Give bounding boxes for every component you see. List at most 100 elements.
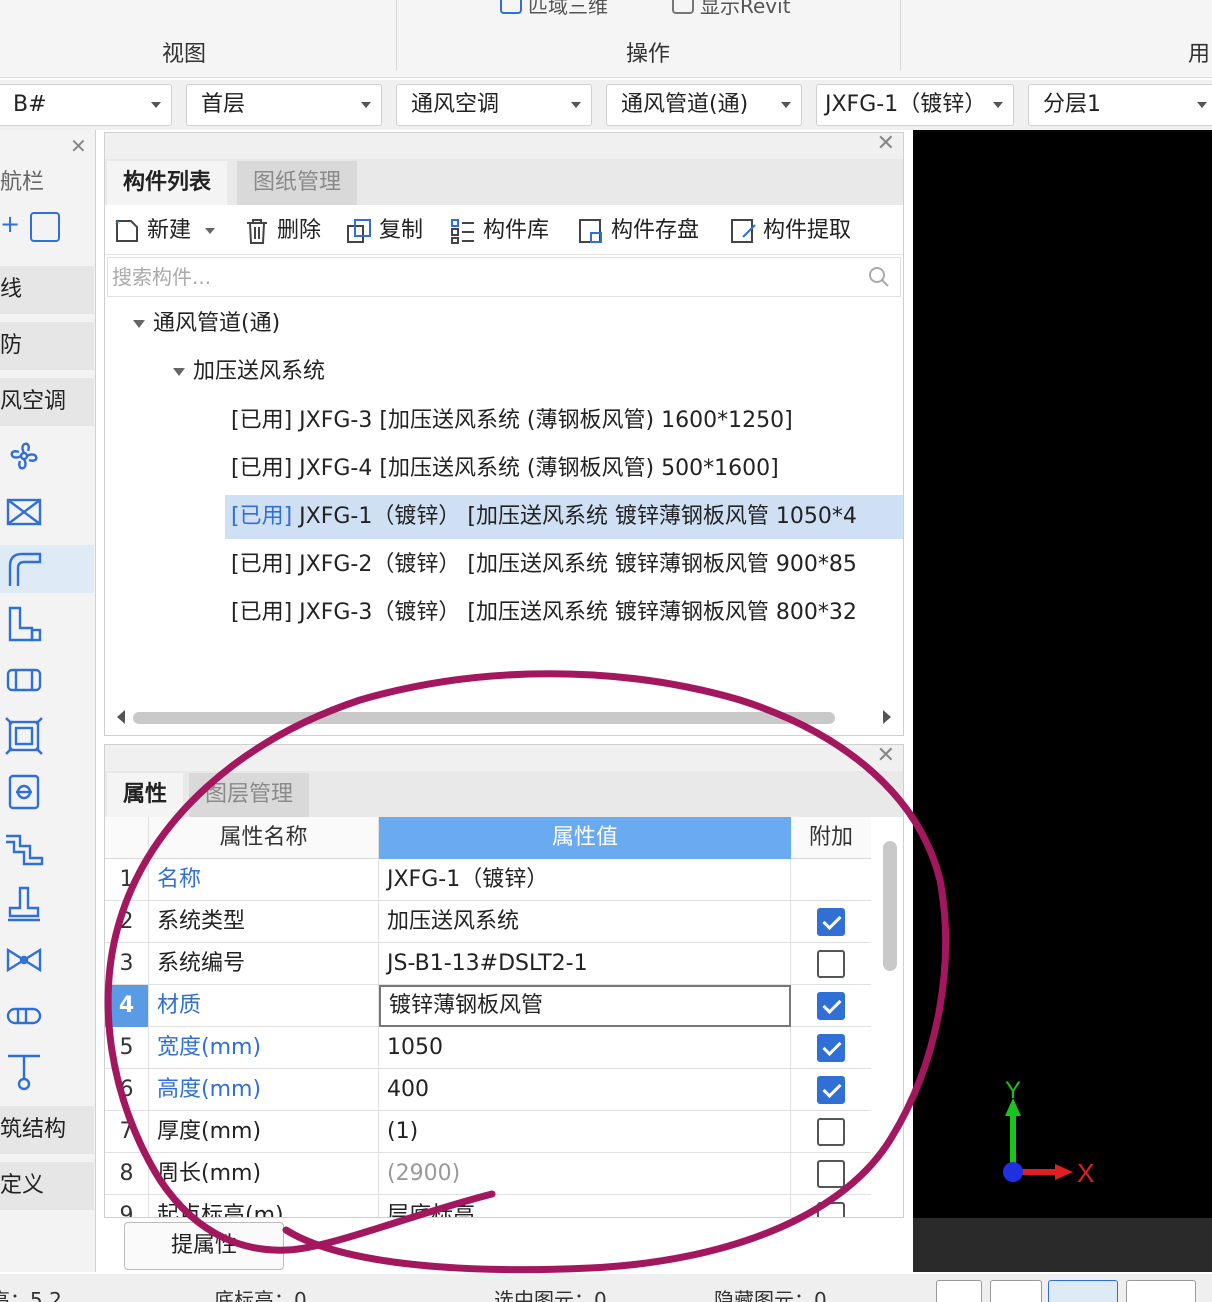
edit-icon[interactable]	[30, 212, 60, 242]
component-list-panel: ✕ 构件列表 图纸管理 * 新建 删除 复制 构件库 构件存盘 构件提取 搜索构…	[104, 131, 904, 736]
floor-select[interactable]: 首层	[186, 84, 382, 126]
additional-checkbox[interactable]	[817, 1160, 845, 1188]
nav-category-hvac[interactable]: 风空调	[0, 378, 94, 426]
discipline-select[interactable]: 通风空调	[396, 84, 592, 126]
status-toggle-button-active[interactable]	[1048, 1280, 1118, 1302]
extract-properties-button[interactable]: 提属性	[124, 1222, 284, 1270]
air-handler-icon[interactable]	[4, 716, 44, 756]
status-selected-count: 选中图元：0	[494, 1288, 607, 1302]
tab-drawing-management[interactable]: 图纸管理	[237, 161, 358, 205]
nav-category[interactable]: 防	[0, 322, 94, 370]
add-icon[interactable]: +	[0, 210, 20, 238]
additional-cell	[791, 859, 871, 901]
drawing-viewport[interactable]: Y X	[913, 130, 1212, 1218]
table-row[interactable]: 3 系统编号 JS-B1-13#DSLT2-1	[105, 943, 871, 985]
close-icon[interactable]: ✕	[877, 131, 895, 156]
table-row[interactable]: 2 系统类型 加压送风系统	[105, 901, 871, 943]
close-icon[interactable]: ✕	[70, 134, 87, 158]
status-toggle-button[interactable]	[936, 1280, 982, 1302]
building-select[interactable]: B#	[0, 84, 172, 126]
scroll-thumb[interactable]	[133, 712, 835, 724]
nav-category-structure[interactable]: 筑结构	[0, 1106, 94, 1154]
component-extract-button[interactable]: 构件提取	[729, 215, 851, 247]
tree-leaf[interactable]: [已用] JXFG-3 [加压送风系统 (薄钢板风管) 1600*1250]	[225, 399, 903, 443]
additional-checkbox[interactable]	[817, 992, 845, 1020]
table-row[interactable]: 6 高度(mm) 400	[105, 1069, 871, 1111]
component-type-select[interactable]: 通风管道(通)	[606, 84, 802, 126]
additional-checkbox[interactable]	[817, 950, 845, 978]
horizontal-scrollbar[interactable]	[113, 707, 895, 727]
dropdown-arrow-icon[interactable]	[205, 228, 216, 234]
svg-text:*: *	[115, 219, 120, 230]
component-save-button[interactable]: 构件存盘	[577, 215, 699, 247]
table-row[interactable]: 1 名称 JXFG-1（镀锌）	[105, 859, 871, 901]
table-row[interactable]: 7 厚度(mm) (1)	[105, 1111, 871, 1153]
table-row[interactable]: 8 周长(mm) (2900)	[105, 1153, 871, 1195]
additional-header: 附加	[808, 825, 853, 850]
valve-circle-icon[interactable]	[4, 772, 44, 812]
status-toggle-button[interactable]	[1126, 1280, 1196, 1302]
table-row-editing[interactable]: 4 材质 镀锌薄钢板风管	[105, 985, 871, 1027]
tab-properties[interactable]: 属性	[107, 773, 184, 817]
fan-icon[interactable]	[4, 436, 44, 476]
tree-node-system[interactable]: 加压送风系统	[173, 349, 325, 395]
duct-fitting-icon[interactable]	[4, 604, 44, 644]
nav-category-define[interactable]: 定义	[0, 1162, 94, 1210]
navigation-panel: ✕ 导航栏 + 线 防 风空调 筑结构 定义	[0, 130, 96, 1272]
tab-component-list[interactable]: 构件列表	[107, 161, 228, 205]
tree-leaf[interactable]: [已用] JXFG-3（镀锌） [加压送风系统 镀锌薄钢板风管 800*32	[225, 591, 903, 635]
air-outlet-icon[interactable]	[4, 492, 44, 532]
additional-checkbox[interactable]	[817, 1202, 845, 1217]
additional-checkbox[interactable]	[817, 1076, 845, 1104]
expand-arrow-icon[interactable]	[173, 368, 185, 376]
close-icon[interactable]: ✕	[877, 743, 895, 768]
expand-arrow-icon[interactable]	[133, 320, 145, 328]
status-base-elevation: 底标高：0	[214, 1288, 307, 1302]
layer-select[interactable]: 分层1	[1028, 84, 1212, 126]
tree-leaf[interactable]: [已用] JXFG-2（镀锌） [加压送风系统 镀锌薄钢板风管 900*85	[225, 543, 903, 587]
delete-button[interactable]: 删除	[243, 215, 321, 247]
status-bar: 高：5.2 底标高：0 选中图元：0 隐藏图元：0	[0, 1274, 1212, 1302]
table-row[interactable]: 9 起点标高(m) 层底标高	[105, 1195, 871, 1217]
scroll-left-icon[interactable]	[117, 710, 125, 724]
additional-checkbox[interactable]	[817, 1118, 845, 1146]
panel-header: ✕	[105, 131, 903, 159]
row-number-header	[105, 817, 149, 859]
table-row[interactable]: 5 宽度(mm) 1050	[105, 1027, 871, 1069]
tree-leaf-selected[interactable]: [已用] JXFG-1（镀锌） [加压送风系统 镀锌薄钢板风管 1050*4	[225, 495, 903, 539]
duct-elbow-icon[interactable]	[4, 548, 44, 588]
checkbox-icon	[672, 0, 694, 14]
component-select[interactable]: JXFG-1（镀锌）	[816, 84, 1014, 126]
copy-button[interactable]: 复制	[345, 215, 423, 247]
search-icon[interactable]	[868, 266, 890, 288]
scroll-right-icon[interactable]	[883, 710, 891, 724]
component-search-input[interactable]: 搜索构件...	[107, 257, 901, 297]
material-value-input[interactable]: 镀锌薄钢板风管	[379, 985, 791, 1027]
new-file-icon: *	[115, 219, 138, 242]
additional-checkbox[interactable]	[817, 1034, 845, 1062]
ribbon-group-view: 视图	[162, 42, 207, 67]
tee-icon[interactable]	[4, 884, 44, 924]
status-toggle-button[interactable]	[990, 1280, 1042, 1302]
nav-category[interactable]: 线	[0, 266, 94, 314]
ribbon-cut-item-1[interactable]: 匹域三维	[500, 0, 608, 19]
navigation-title: 导航栏	[0, 170, 45, 195]
copy-icon	[347, 219, 371, 243]
flexible-duct-icon[interactable]	[4, 996, 44, 1036]
tree-leaf[interactable]: [已用] JXFG-4 [加压送风系统 (薄钢板风管) 500*1600]	[225, 447, 903, 491]
component-library-button[interactable]: 构件库	[449, 215, 549, 247]
hanger-icon[interactable]	[4, 1052, 44, 1092]
ribbon-group-use: 用	[1188, 42, 1211, 67]
additional-checkbox[interactable]	[817, 908, 845, 936]
vertical-scrollbar[interactable]	[883, 841, 897, 971]
dropdown-arrow-icon	[151, 102, 161, 108]
tree-node-duct[interactable]: 通风管道(通)	[133, 301, 280, 347]
status-height: 高：5.2	[0, 1288, 62, 1302]
butterfly-valve-icon[interactable]	[4, 940, 44, 980]
damper-box-icon[interactable]	[4, 660, 44, 700]
duct-offset-icon[interactable]	[4, 828, 44, 868]
tab-layer-management[interactable]: 图层管理	[189, 773, 310, 817]
panel-header: ✕	[105, 743, 903, 771]
ribbon-cut-item-2[interactable]: 显示Revit	[672, 0, 791, 19]
new-button[interactable]: * 新建	[113, 215, 216, 247]
